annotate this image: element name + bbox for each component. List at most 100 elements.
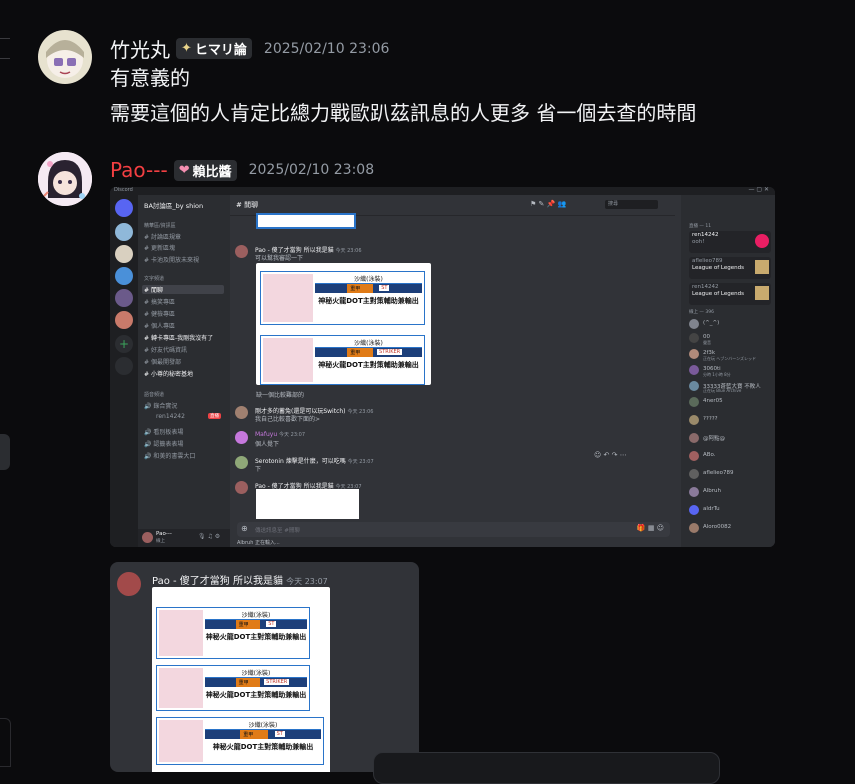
channel-item[interactable]: # 個人專區	[144, 321, 175, 330]
avatar[interactable]	[235, 431, 248, 444]
attachment-image[interactable]: 沙織(泳裝) 重甲 ST 神秘火龍DOT主對策輔助兼輸出 沙織(泳裝) 重甲 STR…	[256, 263, 431, 385]
message-header: 竹光丸 ✦ ヒマリ論 2025/02/10 23:06	[110, 34, 389, 63]
avatar[interactable]	[235, 456, 248, 469]
sparkle-icon: ✦	[181, 41, 192, 56]
message-author[interactable]: Serotonin 煉擊是什麼，可以吃嗎 今天 23:07	[255, 456, 374, 465]
user-name: Pao---	[156, 531, 172, 537]
channel-item[interactable]: # 小尊的秘密基地	[144, 369, 193, 378]
server-icon[interactable]	[115, 223, 133, 241]
live-badge: 直播	[208, 413, 221, 419]
voice-channel[interactable]: 🔊 看別板表場	[144, 427, 183, 436]
card-role-bar: 重甲 ST	[315, 284, 422, 293]
sidebar-tab[interactable]	[0, 434, 10, 470]
card-caption: 神秘火龍DOT主對策輔助兼輸出	[205, 691, 307, 699]
role-badge-label: 賴比醬	[192, 164, 232, 180]
character-portrait	[159, 720, 203, 762]
voice-channel[interactable]: 🔊 認籤表表場	[144, 439, 183, 448]
voice-user[interactable]: ren14242	[156, 413, 185, 420]
character-portrait	[263, 338, 313, 382]
avatar[interactable]	[235, 406, 248, 419]
message-input[interactable]: ⊕ 傳送訊息至 #閒聊 🎁 ▦ ☺	[237, 522, 670, 537]
channel-title: # 閒聊	[236, 201, 259, 209]
window-controls-icon[interactable]: — ▢ ✕	[748, 187, 769, 193]
member-activity-card[interactable]: ren14242 ooh!	[689, 231, 771, 253]
avatar[interactable]	[38, 30, 92, 84]
card-caption: 神秘火龍DOT主對策輔助兼輸出	[205, 633, 307, 641]
server-icon[interactable]	[115, 311, 133, 329]
role-badge: ✦ ヒマリ論	[176, 38, 252, 59]
server-name[interactable]: BA討論區_by shion	[144, 200, 203, 210]
game-icon	[755, 286, 769, 300]
explore-icon[interactable]	[115, 357, 133, 375]
card-role-bar: 重甲 STRIKER	[315, 348, 422, 357]
left-sidebar-edge	[0, 0, 12, 767]
member-category: 直播 — 11	[689, 224, 712, 229]
timestamp: 2025/02/10 23:06	[263, 40, 390, 57]
server-icon[interactable]	[115, 289, 133, 307]
avatar[interactable]	[235, 481, 248, 494]
message-text: 需要這個的人肯定比總力戰歐趴茲訊息的人更多 省一個去查的時間	[110, 101, 697, 125]
floating-panel	[373, 752, 720, 784]
add-attachment-icon[interactable]: ⊕	[241, 524, 248, 533]
avatar[interactable]	[38, 152, 92, 206]
user-panel: Pao--- 線上 🎙 ♫ ⚙	[138, 529, 230, 547]
channel-category[interactable]: 精華區/資訊區	[144, 222, 176, 229]
channel-item-selected[interactable]: # 閒聊	[142, 285, 224, 294]
channel-item[interactable]: # 更新區塊	[144, 243, 175, 252]
channel-item[interactable]: # 轉卡專區-我剛我沒有了	[144, 333, 213, 342]
server-icon[interactable]	[115, 245, 133, 263]
character-card: 沙織(泳裝) 重甲 ST 神秘火龍DOT主對策輔助兼輸出	[260, 271, 425, 325]
app-title: Discord	[114, 187, 133, 193]
attachment-image[interactable]: Discord — ▢ ✕ + BA討論區_by shion 精華區/資訊區 #…	[110, 187, 775, 547]
input-toolbar-icons[interactable]: 🎁 ▦ ☺	[637, 524, 664, 532]
avatar[interactable]	[235, 245, 248, 258]
message-actions-icon[interactable]: ☺ ↶ ↷ ⋯	[594, 451, 627, 459]
server-list: +	[110, 195, 138, 547]
user-status: 線上	[156, 539, 165, 544]
attachment-image[interactable]	[256, 213, 356, 229]
header-toolbar-icons[interactable]: ⚑ ✎ 📌 👥	[530, 200, 566, 208]
voice-channel[interactable]: 🔊 和美的書雲大口	[144, 451, 195, 460]
titlebar: Discord — ▢ ✕	[110, 187, 775, 195]
channel-item[interactable]: # 健檢專區	[144, 309, 175, 318]
message-text: 可以幫我審認一下	[255, 255, 304, 262]
character-portrait	[263, 274, 313, 322]
timestamp: 2025/02/10 23:08	[248, 162, 375, 178]
attachment-image[interactable]: Pao - 傻了才當狗 所以我是貓 今天 23:07 沙織(泳裝) 重甲 ST 神…	[110, 562, 419, 772]
add-server-icon[interactable]: +	[115, 335, 133, 353]
role-badge-label: ヒマリ論	[194, 43, 247, 58]
heart-icon: ❤	[178, 162, 190, 178]
channel-item[interactable]: # 好友代碼資訊	[144, 345, 187, 354]
divider	[0, 58, 10, 59]
card-role-bar: 重甲 ST	[205, 730, 321, 739]
member-activity-card[interactable]: ren14242 League of Legends	[689, 283, 771, 305]
channel-item[interactable]: # 個最開發部	[144, 357, 181, 366]
channel-item[interactable]: # 卡池及開放未來視	[144, 255, 199, 264]
member-list: 直播 — 11 ren14242 ooh! aflelieo789 League…	[681, 195, 775, 547]
username[interactable]: 竹光丸	[110, 34, 170, 63]
card-name: 沙織(泳裝)	[315, 338, 422, 348]
message-text: 我自己比較喜歡下面的>	[255, 416, 321, 423]
character-card: 沙織(泳裝) 重甲 ST 神秘火龍DOT主對策輔助兼輸出	[156, 607, 310, 659]
character-portrait	[159, 668, 203, 708]
avatar[interactable]	[142, 532, 153, 543]
channel-category[interactable]: 文字頻道	[144, 275, 164, 282]
avatar	[755, 234, 769, 248]
voice-channel[interactable]: 🔊 錄合實況	[144, 401, 177, 410]
channel-item[interactable]: # 討論區規章	[144, 232, 181, 241]
message-text: 缺一個比較難部的	[256, 392, 305, 399]
discord-home-icon[interactable]	[115, 199, 133, 217]
search-input[interactable]: 搜尋	[605, 200, 658, 209]
message-author[interactable]: Mafuyu 今天 23:07	[255, 431, 305, 438]
character-portrait	[159, 610, 203, 656]
username[interactable]: Pao---	[110, 158, 168, 182]
server-icon[interactable]	[115, 267, 133, 285]
channel-item[interactable]: # 搞笑專區	[144, 297, 175, 306]
card-role-bar: 重甲 STRIKER	[205, 678, 307, 687]
mic-headset-settings-icon[interactable]: 🎙 ♫ ⚙	[198, 533, 220, 540]
channel-category[interactable]: 語音頻道	[144, 391, 164, 398]
card-name: 沙織(泳裝)	[205, 610, 307, 620]
member-activity-card[interactable]: aflelieo789 League of Legends	[689, 257, 771, 279]
sidebar-panel-edge	[0, 718, 11, 767]
attachment-image[interactable]	[256, 489, 359, 519]
